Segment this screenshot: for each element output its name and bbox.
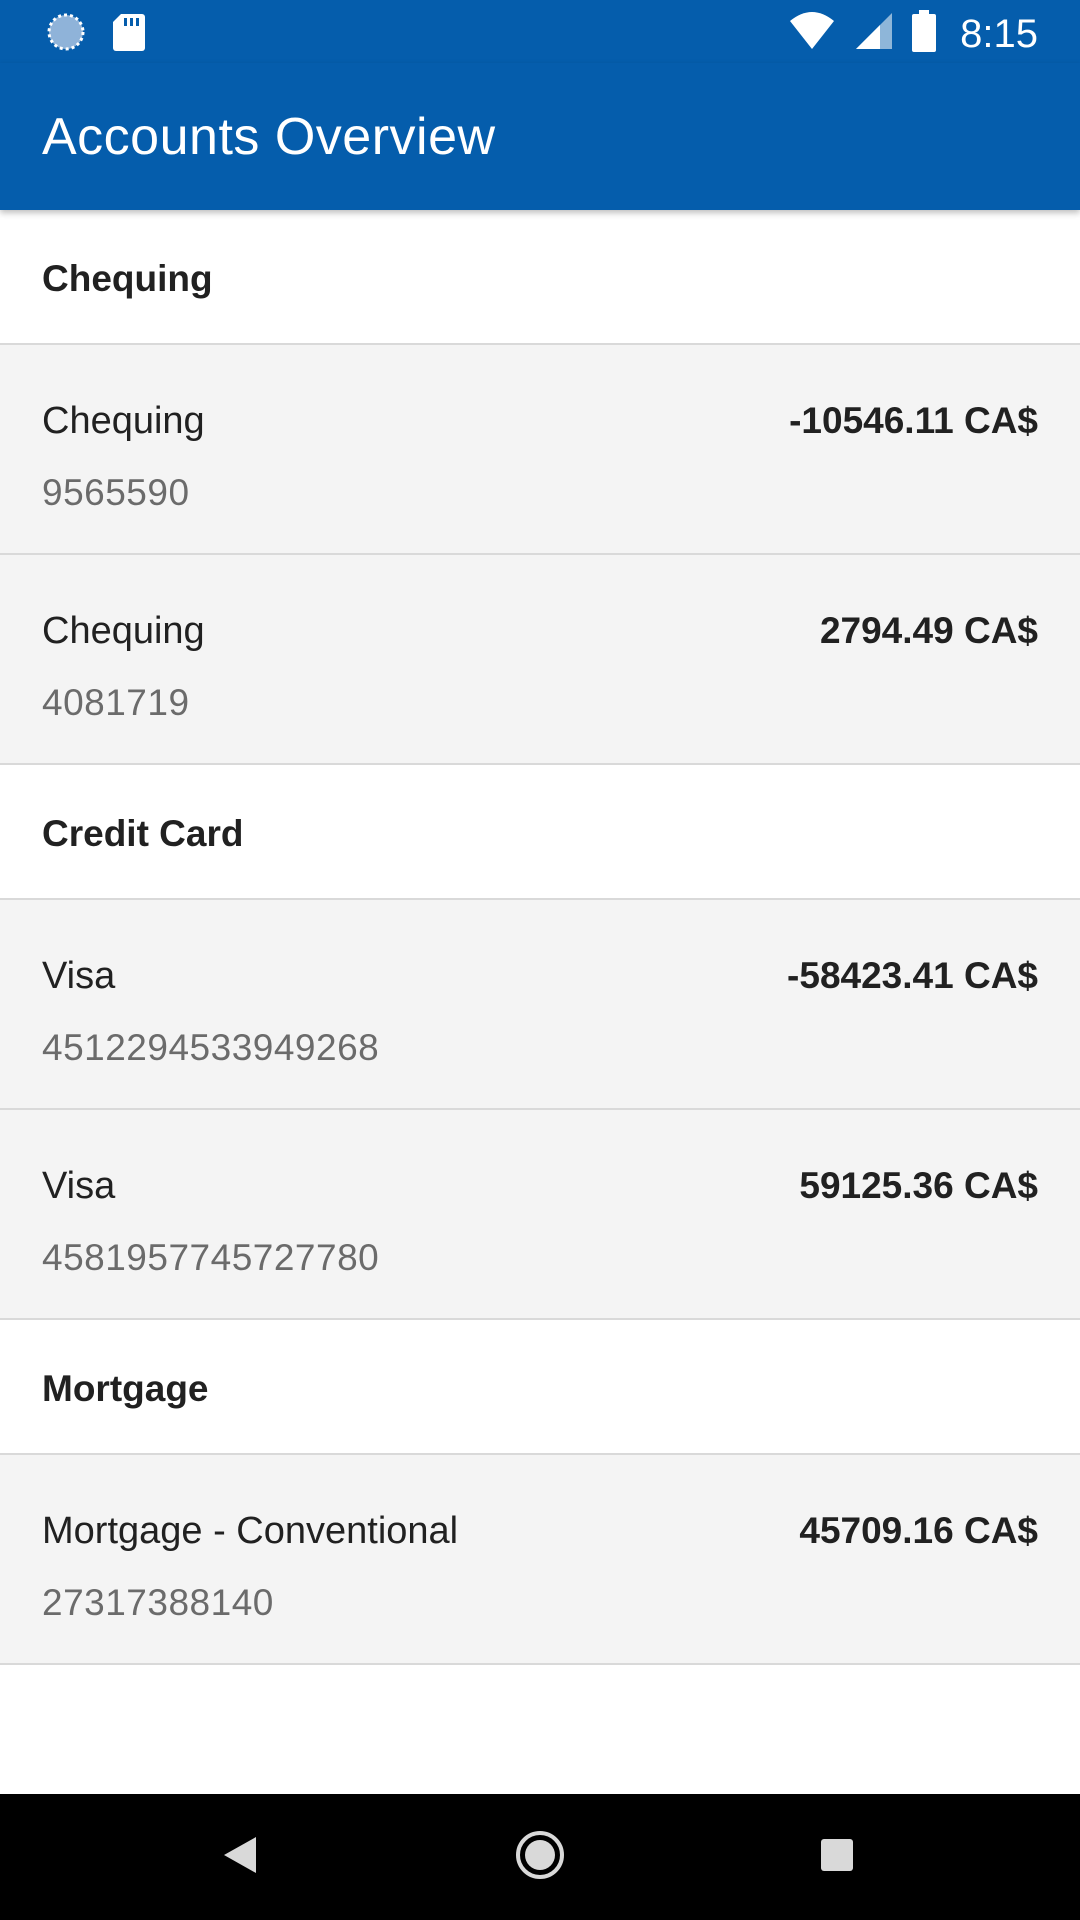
account-row[interactable]: Visa 4581957745727780 59125.36 CA$ [0, 1110, 1080, 1320]
account-balance: -58423.41 CA$ [787, 955, 1038, 996]
status-time: 8:15 [960, 11, 1038, 56]
account-number: 9565590 [42, 472, 190, 513]
home-button[interactable] [505, 1822, 575, 1892]
section-title: Mortgage [42, 1368, 209, 1409]
status-bar: 8:15 [0, 0, 1080, 63]
account-name: Mortgage - Conventional [42, 1510, 459, 1552]
account-row[interactable]: Chequing 9565590 -10546.11 CA$ [0, 345, 1080, 555]
account-number: 27317388140 [42, 1582, 274, 1623]
navigation-bar [0, 1794, 1080, 1920]
sd-card-icon [112, 12, 146, 57]
wifi-icon [788, 11, 836, 56]
section-title: Credit Card [42, 813, 244, 854]
account-row[interactable]: Mortgage - Conventional 27317388140 4570… [0, 1455, 1080, 1665]
app-bar: Accounts Overview [0, 63, 1080, 210]
account-number: 4512294533949268 [42, 1027, 380, 1068]
battery-icon [912, 10, 937, 57]
account-number: 4081719 [42, 682, 190, 723]
screen: 8:15 Accounts Overview Chequing Chequing… [0, 0, 1080, 1920]
account-name: Chequing [42, 610, 205, 652]
section-header-chequing: Chequing [0, 210, 1080, 345]
account-balance: 45709.16 CA$ [799, 1510, 1038, 1551]
page-title: Accounts Overview [42, 108, 496, 166]
accounts-list: Chequing Chequing 9565590 -10546.11 CA$ … [0, 210, 1080, 1665]
section-header-credit-card: Credit Card [0, 765, 1080, 900]
account-number: 4581957745727780 [42, 1237, 380, 1278]
account-balance: 2794.49 CA$ [819, 610, 1038, 651]
back-icon [222, 1835, 258, 1880]
section-header-mortgage: Mortgage [0, 1320, 1080, 1455]
account-balance: 59125.36 CA$ [799, 1165, 1038, 1206]
status-right-icons: 8:15 [788, 10, 1038, 57]
recents-icon [819, 1837, 855, 1878]
section-title: Chequing [42, 258, 213, 299]
status-left-icons [46, 12, 146, 57]
home-icon [515, 1830, 565, 1885]
account-name: Chequing [42, 400, 205, 442]
account-name: Visa [42, 955, 116, 997]
signal-icon [854, 11, 894, 56]
account-balance: -10546.11 CA$ [789, 400, 1038, 441]
account-name: Visa [42, 1165, 116, 1207]
account-row[interactable]: Chequing 4081719 2794.49 CA$ [0, 555, 1080, 765]
recents-button[interactable] [802, 1822, 872, 1892]
back-button[interactable] [205, 1822, 275, 1892]
sync-icon [46, 12, 86, 57]
account-row[interactable]: Visa 4512294533949268 -58423.41 CA$ [0, 900, 1080, 1110]
